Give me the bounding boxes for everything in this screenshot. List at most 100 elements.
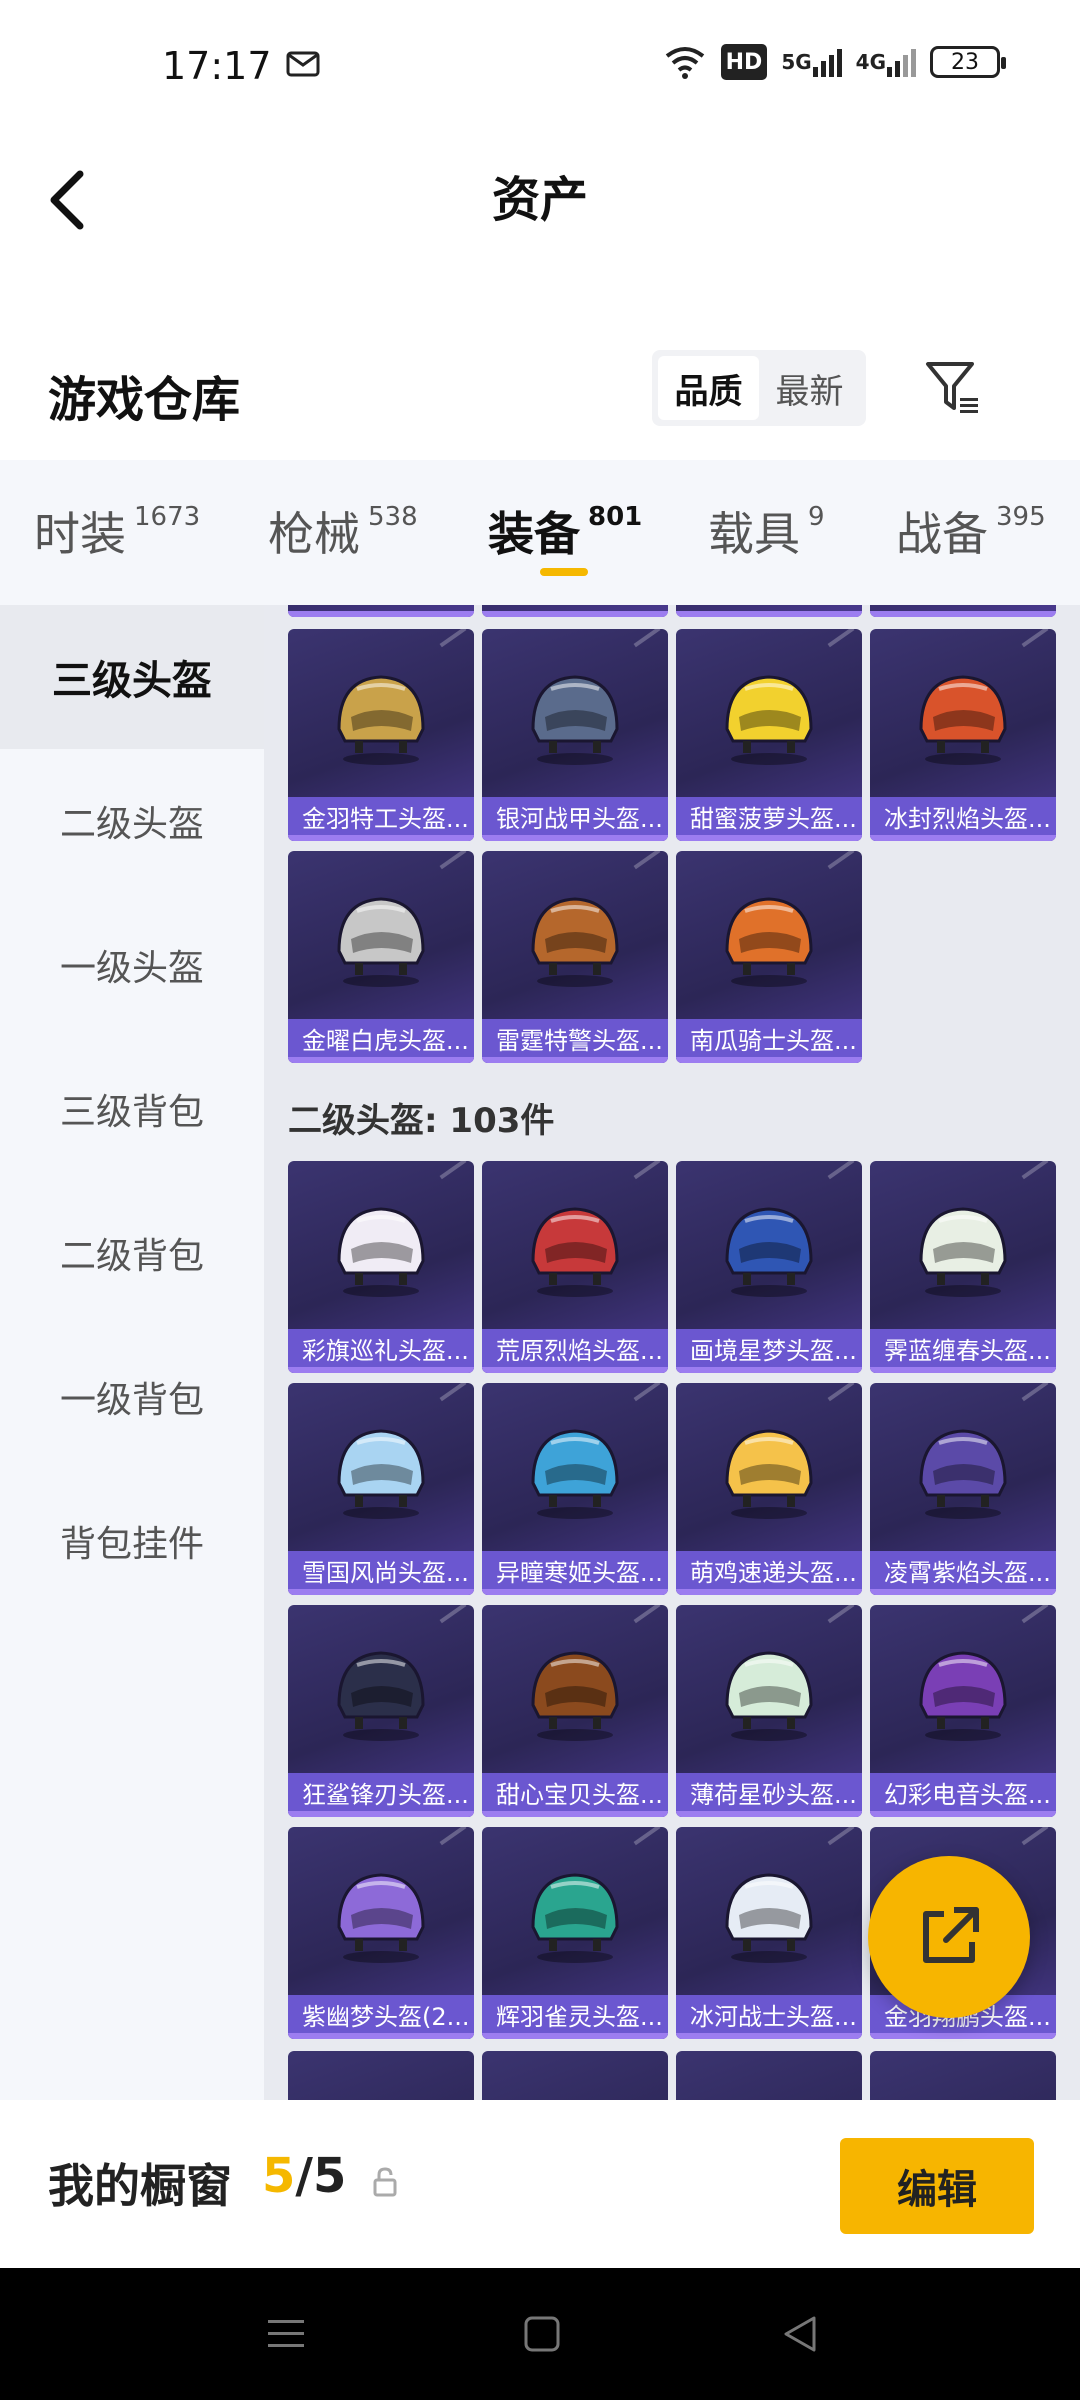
item-card-partial[interactable] xyxy=(482,605,668,617)
helmet-image xyxy=(288,1161,474,1331)
rarity-stripe xyxy=(676,1367,862,1373)
sidebar-item-level1-helmet[interactable]: 一级头盔 xyxy=(0,893,264,1037)
item-card[interactable]: 霁蓝缠春头盔... xyxy=(870,1161,1056,1373)
item-card[interactable]: 凌霄紫焰头盔... xyxy=(870,1383,1056,1595)
item-card-partial[interactable] xyxy=(288,605,474,617)
sidebar-item-backpack-pendant[interactable]: 背包挂件 xyxy=(0,1469,264,1613)
item-card-partial[interactable] xyxy=(870,605,1056,617)
sidebar-item-level2-helmet[interactable]: 二级头盔 xyxy=(0,749,264,893)
item-card[interactable]: 甜心宝贝头盔... xyxy=(482,1605,668,1817)
filter-icon[interactable] xyxy=(924,358,984,418)
helmet-image xyxy=(676,1161,862,1331)
tab-weapons[interactable]: 枪械 538 xyxy=(268,498,418,564)
helmet-image xyxy=(288,629,474,799)
helmet-image xyxy=(676,851,862,1021)
item-card[interactable]: 薄荷星砂头盔... xyxy=(676,1605,862,1817)
item-card[interactable]: 画境星梦头盔... xyxy=(676,1161,862,1373)
helmet-image xyxy=(288,1827,474,1997)
sort-option-newest[interactable]: 最新 xyxy=(759,356,860,420)
rarity-stripe xyxy=(288,1057,474,1063)
rarity-stripe xyxy=(676,835,862,841)
helmet-image xyxy=(676,1383,862,1553)
showcase-label: 我的橱窗 xyxy=(48,2159,232,2213)
item-card[interactable]: 冰封烈焰头盔... xyxy=(870,629,1056,841)
item-card[interactable]: 金曜白虎头盔... xyxy=(288,851,474,1063)
item-card[interactable]: 幻彩电音头盔... xyxy=(870,1605,1056,1817)
share-external-icon xyxy=(923,1907,979,1963)
rarity-stripe xyxy=(870,835,1056,841)
warehouse-header: 游戏仓库 品质 最新 xyxy=(0,330,1080,460)
signal-4g-icon: 4G xyxy=(856,44,916,80)
helmet-image xyxy=(870,1383,1056,1553)
tab-vehicles[interactable]: 载具 9 xyxy=(708,498,825,564)
item-card[interactable]: 冰河战士头盔... xyxy=(676,1827,862,2039)
sort-option-quality[interactable]: 品质 xyxy=(658,356,759,420)
item-card[interactable]: 雷霆特警头盔... xyxy=(482,851,668,1063)
rarity-stripe xyxy=(482,2033,668,2039)
rarity-stripe xyxy=(870,1811,1056,1817)
item-card[interactable]: 彩旗巡礼头盔... xyxy=(288,1161,474,1373)
lock-icon xyxy=(373,2167,397,2197)
item-card[interactable]: 萌鸡速递头盔... xyxy=(676,1383,862,1595)
item-card-partial[interactable] xyxy=(870,2051,1056,2100)
item-card[interactable]: 雪国风尚头盔... xyxy=(288,1383,474,1595)
helmet-image xyxy=(288,1605,474,1775)
rarity-stripe xyxy=(288,2033,474,2039)
showcase-count: 5/5 xyxy=(262,2148,347,2204)
helmet-image xyxy=(870,1605,1056,1775)
rarity-stripe xyxy=(676,1057,862,1063)
active-tab-indicator xyxy=(540,568,588,576)
helmet-image xyxy=(676,1605,862,1775)
helmet-image xyxy=(676,1827,862,1997)
subcategory-sidebar: 三级头盔 二级头盔 一级头盔 三级背包 二级背包 一级背包 背包挂件 xyxy=(0,605,264,2100)
tab-tactical[interactable]: 战备 395 xyxy=(896,498,1046,564)
rarity-stripe xyxy=(482,1811,668,1817)
item-card[interactable]: 紫幽梦头盔(2... xyxy=(288,1827,474,2039)
back-nav-icon[interactable] xyxy=(778,2312,822,2356)
item-card[interactable]: 异瞳寒姬头盔... xyxy=(482,1383,668,1595)
rarity-stripe xyxy=(870,1367,1056,1373)
helmet-image xyxy=(482,1383,668,1553)
helmet-image xyxy=(870,629,1056,799)
item-card[interactable]: 辉羽雀灵头盔... xyxy=(482,1827,668,2039)
helmet-image xyxy=(288,1383,474,1553)
item-card[interactable]: 甜蜜菠萝头盔... xyxy=(676,629,862,841)
menu-icon[interactable] xyxy=(264,2312,308,2356)
warehouse-title: 游戏仓库 xyxy=(48,372,241,428)
wifi-icon xyxy=(665,47,704,79)
helmet-image xyxy=(676,629,862,799)
status-icons: HD 5G 4G 23 xyxy=(663,44,1006,80)
system-nav-bar xyxy=(0,2268,1080,2400)
section-title-level2-helmet: 二级头盔: 103件 xyxy=(288,1101,555,1141)
sidebar-item-level2-backpack[interactable]: 二级背包 xyxy=(0,1181,264,1325)
item-card[interactable]: 狂鲨锋刃头盔... xyxy=(288,1605,474,1817)
mail-notification-icon xyxy=(286,51,320,77)
item-card-partial[interactable] xyxy=(676,605,862,617)
status-bar: 17:17 HD 5G 4G 23 xyxy=(0,0,1080,130)
edit-button[interactable]: 编辑 xyxy=(840,2138,1034,2234)
share-button[interactable] xyxy=(868,1856,1030,2018)
rarity-stripe xyxy=(676,1811,862,1817)
sidebar-item-level1-backpack[interactable]: 一级背包 xyxy=(0,1325,264,1469)
sort-toggle: 品质 最新 xyxy=(652,350,866,426)
tab-fashion[interactable]: 时装 1673 xyxy=(34,498,200,564)
sidebar-item-level3-backpack[interactable]: 三级背包 xyxy=(0,1037,264,1181)
page-title: 资产 xyxy=(491,172,588,228)
item-card[interactable]: 金羽特工头盔... xyxy=(288,629,474,841)
helmet-image xyxy=(482,1827,668,1997)
home-icon[interactable] xyxy=(520,2312,564,2356)
item-card[interactable]: 银河战甲头盔... xyxy=(482,629,668,841)
item-card-partial[interactable] xyxy=(676,2051,862,2100)
item-card-partial[interactable] xyxy=(288,2051,474,2100)
helmet-image xyxy=(482,1161,668,1331)
signal-5g-icon: 5G xyxy=(781,44,842,80)
item-card[interactable]: 荒原烈焰头盔... xyxy=(482,1161,668,1373)
item-card-partial[interactable] xyxy=(482,2051,668,2100)
rarity-stripe xyxy=(288,1811,474,1817)
tab-equipment[interactable]: 装备 801 xyxy=(488,498,642,564)
item-card[interactable]: 南瓜骑士头盔... xyxy=(676,851,862,1063)
rarity-stripe xyxy=(482,1367,668,1373)
showcase-bar: 我的橱窗 5/5 编辑 xyxy=(0,2100,1080,2268)
helmet-image xyxy=(288,851,474,1021)
sidebar-item-level3-helmet[interactable]: 三级头盔 xyxy=(0,605,264,749)
